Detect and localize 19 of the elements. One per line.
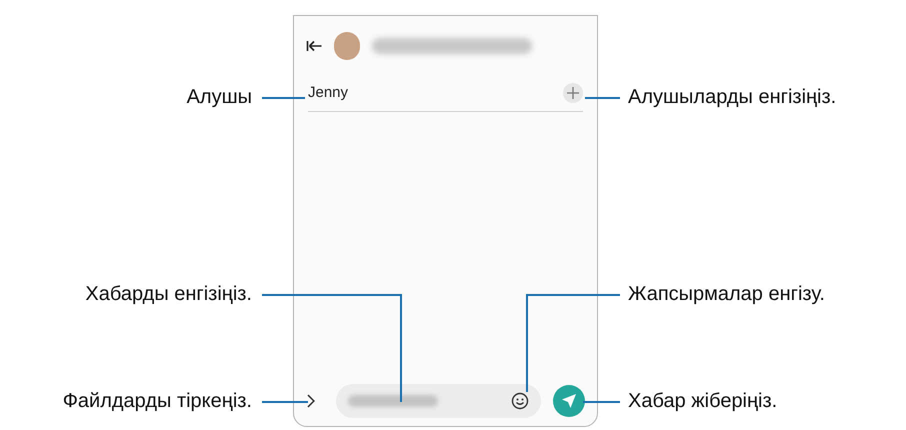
send-button[interactable] bbox=[553, 385, 586, 417]
back-icon[interactable] bbox=[306, 40, 322, 52]
callout-label: Файлдарды тіркеңіз. bbox=[62, 389, 252, 413]
expand-icon[interactable] bbox=[306, 394, 316, 408]
callout-label: Алушыларды енгізіңіз. bbox=[628, 85, 836, 109]
message-field[interactable] bbox=[336, 384, 542, 418]
add-recipient-button[interactable] bbox=[563, 83, 583, 104]
recipient-name: Jenny bbox=[308, 83, 348, 103]
callout-label: Жапсырмалар енгізу. bbox=[628, 282, 825, 306]
paper-plane-icon bbox=[561, 393, 578, 409]
leader-line bbox=[582, 401, 621, 403]
avatar bbox=[334, 32, 360, 60]
leader-line bbox=[261, 97, 306, 99]
leader-line bbox=[584, 97, 621, 99]
callout-label: Алушы bbox=[186, 85, 252, 109]
emoji-icon[interactable] bbox=[511, 392, 530, 410]
plus-icon bbox=[567, 87, 579, 100]
callout-label: Хабар жіберіңіз. bbox=[628, 389, 778, 413]
callout-label: Хабарды енгізіңіз. bbox=[85, 282, 252, 306]
